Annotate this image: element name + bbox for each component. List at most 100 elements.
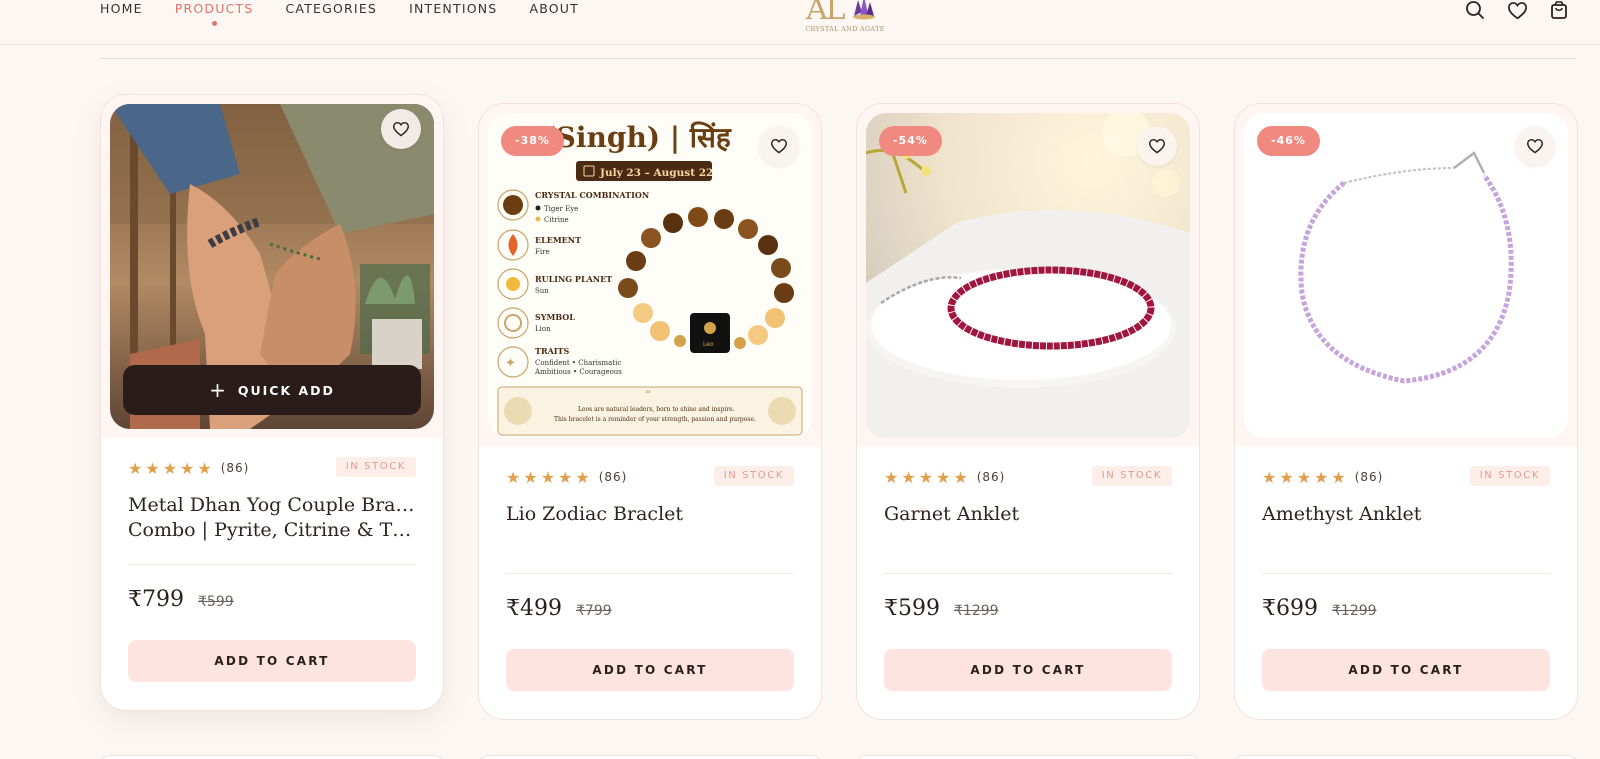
info-detail: Sun bbox=[535, 287, 549, 295]
info-title: SYMBOL bbox=[535, 312, 575, 322]
nav-products[interactable]: PRODUCTS bbox=[175, 0, 254, 26]
product-card[interactable]: o (Singh) | सिंह July 23 – August 22 CRY… bbox=[478, 103, 822, 720]
stock-badge: IN STOCK bbox=[335, 457, 416, 477]
star-rating: ★★★★★ bbox=[506, 467, 593, 487]
info-detail: Lion bbox=[535, 325, 551, 333]
title-line: Lio Zodiac Braclet bbox=[506, 503, 684, 525]
card-divider bbox=[128, 564, 416, 565]
svg-text:✦: ✦ bbox=[505, 356, 516, 371]
amethyst-cluster-icon bbox=[853, 0, 875, 20]
info-detail: Fire bbox=[535, 248, 550, 256]
sale-price: ₹599 bbox=[884, 596, 940, 621]
review-count: (86) bbox=[598, 470, 628, 484]
main-nav: HOME PRODUCTS CATEGORIES INTENTIONS ABOU… bbox=[100, 0, 611, 26]
add-to-cart-button[interactable]: ADD TO CART bbox=[1262, 649, 1550, 691]
price-row: ₹799 ₹599 bbox=[128, 587, 234, 612]
stock-badge: IN STOCK bbox=[1469, 466, 1550, 486]
discount-badge: -38% bbox=[501, 126, 564, 156]
image-quote: Leos are natural leaders, born to shine … bbox=[578, 406, 735, 413]
discount-badge: -46% bbox=[1257, 126, 1320, 156]
wishlist-button[interactable] bbox=[1137, 126, 1177, 166]
product-image-frame: -54% bbox=[857, 104, 1199, 447]
rating-row: ★★★★★ (86) IN STOCK bbox=[884, 466, 1172, 488]
product-title[interactable]: Lio Zodiac Braclet bbox=[506, 502, 794, 527]
product-image[interactable] bbox=[1244, 113, 1568, 438]
plus-icon: + bbox=[209, 378, 228, 402]
image-quote: This bracelet is a reminder of your stre… bbox=[554, 416, 756, 423]
quick-add-button[interactable]: + QUICK ADD bbox=[123, 365, 421, 415]
title-line: Metal Dhan Yog Couple Bracelet bbox=[128, 494, 416, 516]
discount-badge: -54% bbox=[879, 126, 942, 156]
card-divider bbox=[1262, 573, 1550, 574]
price-row: ₹699 ₹1299 bbox=[1262, 596, 1377, 621]
header-actions bbox=[1464, 0, 1570, 20]
product-card[interactable]: -46% ★★★★★ (86) IN STOCK Amethyst Anklet… bbox=[1234, 103, 1578, 720]
site-header: HOME PRODUCTS CATEGORIES INTENTIONS ABOU… bbox=[0, 0, 1600, 45]
wishlist-button[interactable] bbox=[1515, 126, 1555, 166]
original-price: ₹1299 bbox=[1332, 603, 1377, 619]
product-image[interactable]: o (Singh) | सिंह July 23 – August 22 CRY… bbox=[488, 113, 812, 438]
nav-intentions[interactable]: INTENTIONS bbox=[409, 0, 497, 16]
product-title[interactable]: Metal Dhan Yog Couple Bracelet Combo | P… bbox=[128, 493, 416, 543]
rating-row: ★★★★★ (86) IN STOCK bbox=[128, 457, 416, 479]
product-image-frame: -46% bbox=[1235, 104, 1577, 447]
star-rating: ★★★★★ bbox=[1262, 467, 1349, 487]
next-row-card bbox=[100, 755, 444, 759]
title-line: Amethyst Anklet bbox=[1262, 503, 1422, 525]
info-detail: Confident • Charismatic bbox=[535, 359, 621, 367]
review-count: (86) bbox=[976, 470, 1006, 484]
active-nav-indicator bbox=[211, 21, 217, 26]
heart-icon[interactable] bbox=[1506, 0, 1528, 20]
info-title: CRYSTAL COMBINATION bbox=[535, 190, 649, 200]
nav-about[interactable]: ABOUT bbox=[529, 0, 579, 16]
wishlist-button[interactable] bbox=[759, 126, 799, 166]
card-divider bbox=[506, 573, 794, 574]
nav-categories[interactable]: CATEGORIES bbox=[285, 0, 377, 16]
star-rating: ★★★★★ bbox=[884, 467, 971, 487]
product-image-frame: + QUICK ADD bbox=[101, 95, 443, 438]
add-to-cart-button[interactable]: ADD TO CART bbox=[128, 640, 416, 682]
product-title[interactable]: Garnet Anklet bbox=[884, 502, 1172, 527]
product-card[interactable]: + QUICK ADD ★★★★★ (86) IN STOCK Metal Dh… bbox=[100, 94, 444, 711]
quick-add-label: QUICK ADD bbox=[237, 382, 335, 398]
bead-label: Leo bbox=[703, 341, 714, 348]
sale-price: ₹499 bbox=[506, 596, 562, 621]
add-to-cart-button[interactable]: ADD TO CART bbox=[506, 649, 794, 691]
shopping-bag-icon[interactable] bbox=[1548, 0, 1570, 20]
wishlist-button[interactable] bbox=[381, 109, 421, 149]
image-dates: July 23 – August 22 bbox=[599, 167, 713, 179]
product-card[interactable]: -54% ★★★★★ (86) IN STOCK Garnet Anklet ₹… bbox=[856, 103, 1200, 720]
heart-icon bbox=[770, 138, 788, 154]
add-to-cart-button[interactable]: ADD TO CART bbox=[884, 649, 1172, 691]
info-title: ELEMENT bbox=[535, 235, 581, 245]
info-title: RULING PLANET bbox=[535, 274, 612, 284]
next-row-card bbox=[1234, 755, 1578, 759]
info-detail: Ambitious • Courageous bbox=[534, 368, 622, 376]
rating-row: ★★★★★ (86) IN STOCK bbox=[1262, 466, 1550, 488]
stock-badge: IN STOCK bbox=[1091, 466, 1172, 486]
info-detail: Citrine bbox=[544, 216, 569, 224]
price-row: ₹599 ₹1299 bbox=[884, 596, 999, 621]
info-title: TRAITS bbox=[535, 346, 570, 356]
star-rating: ★★★★★ bbox=[128, 458, 215, 478]
next-row-card bbox=[856, 755, 1200, 759]
product-image[interactable] bbox=[866, 113, 1190, 438]
original-price: ₹1299 bbox=[954, 603, 999, 619]
nav-home[interactable]: HOME bbox=[100, 0, 143, 16]
review-count: (86) bbox=[1354, 470, 1384, 484]
sale-price: ₹699 bbox=[1262, 596, 1318, 621]
next-row-card bbox=[478, 755, 822, 759]
price-row: ₹499 ₹799 bbox=[506, 596, 612, 621]
original-price: ₹599 bbox=[198, 594, 234, 610]
info-detail: Tiger Eye bbox=[544, 205, 578, 213]
section-divider bbox=[100, 58, 1576, 59]
product-title[interactable]: Amethyst Anklet bbox=[1262, 502, 1550, 527]
stock-badge: IN STOCK bbox=[713, 466, 794, 486]
sale-price: ₹799 bbox=[128, 587, 184, 612]
rating-row: ★★★★★ (86) IN STOCK bbox=[506, 466, 794, 488]
heart-icon bbox=[392, 121, 410, 137]
site-logo[interactable]: AL CRYSTAL AND AGATE bbox=[800, 0, 890, 36]
heart-icon bbox=[1148, 138, 1166, 154]
search-icon[interactable] bbox=[1464, 0, 1486, 20]
logo-tagline: CRYSTAL AND AGATE bbox=[805, 25, 885, 33]
